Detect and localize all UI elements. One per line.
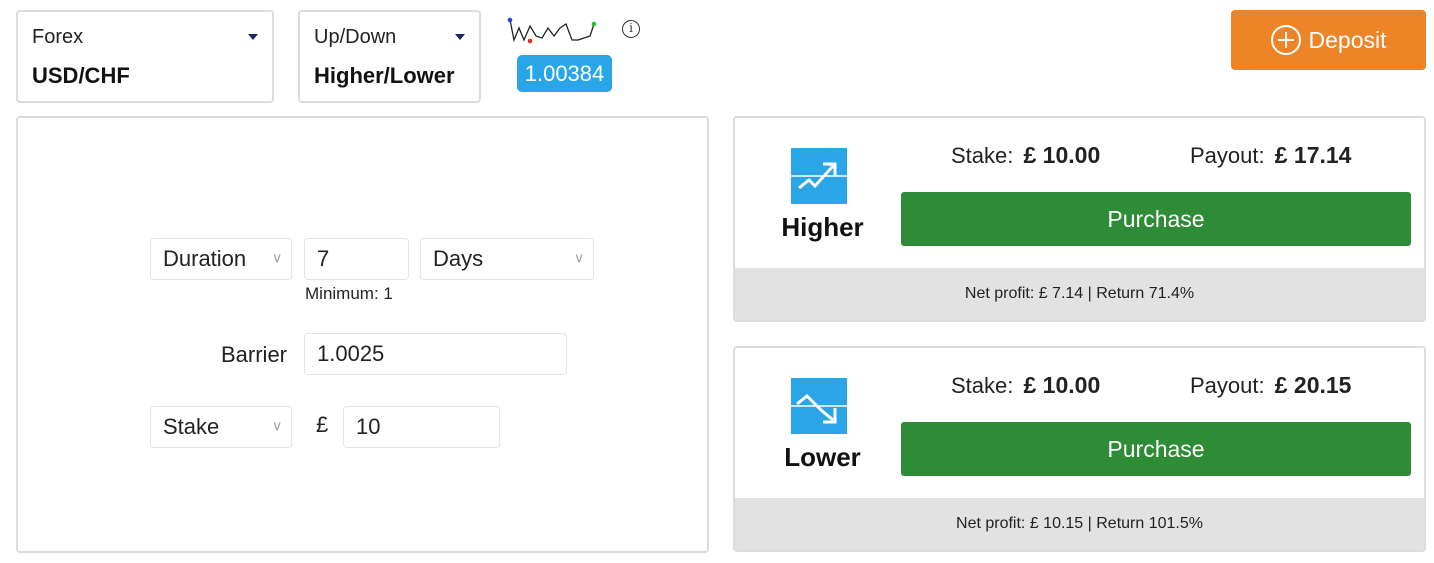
payout-amount: £ 17.14	[1274, 142, 1352, 168]
payout-label: Payout:	[1190, 143, 1265, 168]
duration-input[interactable]: 7	[304, 238, 409, 280]
contract-name: Higher	[781, 212, 864, 242]
duration-type-select[interactable]: Duration v	[150, 238, 292, 280]
barrier-label: Barrier	[221, 342, 288, 367]
purchase-higher-button[interactable]: Purchase	[901, 192, 1411, 246]
contract-type-category: Up/Down	[314, 26, 397, 48]
net-profit-info: Net profit: £ 7.14 | Return 71.4%	[735, 268, 1424, 320]
barrier-value: 1.0025	[317, 341, 385, 366]
stake-input[interactable]: 10	[343, 406, 500, 448]
trend-down-icon	[791, 378, 847, 434]
trend-up-icon	[791, 148, 847, 204]
payout-amount: £ 20.15	[1274, 372, 1352, 398]
stake-label: Stake:	[951, 373, 1014, 398]
sparkline-end-dot	[591, 21, 597, 27]
duration-type-label: Duration	[163, 246, 247, 271]
price-sparkline	[507, 17, 597, 44]
purchase-lower-button[interactable]: Purchase	[901, 422, 1411, 476]
stake-type-select[interactable]: Stake v	[150, 406, 292, 448]
duration-hint: Minimum: 1	[305, 284, 393, 303]
dropdown-caret-icon	[455, 34, 465, 40]
stake-amount: £ 10.00	[1023, 142, 1101, 168]
market-value: USD/CHF	[32, 63, 130, 88]
currency-symbol: £	[316, 412, 329, 437]
info-icon[interactable]: i	[622, 20, 640, 38]
chevron-down-icon: v	[575, 251, 583, 266]
plus-circle-icon	[1270, 25, 1301, 55]
contract-name: Lower	[784, 442, 861, 472]
trade-form-panel: Duration v 7 Days v Minimum: 1 Barrier 1…	[16, 116, 709, 553]
sparkline-path	[509, 19, 595, 43]
contract-card-higher: Higher Stake: £ 10.00 Payout: £ 17.14 Pu…	[733, 116, 1426, 322]
stake-value: 10	[356, 414, 381, 439]
chevron-down-icon: v	[273, 419, 281, 434]
duration-unit-select[interactable]: Days v	[420, 238, 594, 280]
sparkline-low-dot	[527, 38, 533, 44]
stake-amount: £ 10.00	[1023, 372, 1101, 398]
contract-type-value: Higher/Lower	[314, 63, 455, 88]
net-profit-info: Net profit: £ 10.15 | Return 101.5%	[735, 498, 1424, 550]
current-price-badge: 1.00384	[517, 55, 612, 92]
stake-info: Stake: £ 10.00	[951, 372, 1100, 399]
stake-type-label: Stake	[163, 414, 220, 439]
duration-unit-label: Days	[433, 246, 484, 271]
dropdown-caret-icon	[248, 34, 258, 40]
deposit-button[interactable]: Deposit	[1231, 10, 1426, 70]
contract-type-selector[interactable]: Up/Down Higher/Lower	[298, 10, 481, 103]
payout-label: Payout:	[1190, 373, 1265, 398]
payout-info: Payout: £ 17.14	[1190, 142, 1351, 169]
sparkline-start-dot	[507, 17, 513, 23]
duration-value: 7	[317, 246, 330, 271]
chevron-down-icon: v	[273, 251, 281, 266]
barrier-input[interactable]: 1.0025	[304, 333, 567, 375]
market-selector[interactable]: Forex USD/CHF	[16, 10, 274, 103]
payout-info: Payout: £ 20.15	[1190, 372, 1351, 399]
deposit-label: Deposit	[1308, 26, 1387, 53]
market-category: Forex	[32, 26, 84, 48]
contract-card-lower: Lower Stake: £ 10.00 Payout: £ 20.15 Pur…	[733, 346, 1426, 552]
stake-info: Stake: £ 10.00	[951, 142, 1100, 169]
stake-label: Stake:	[951, 143, 1014, 168]
